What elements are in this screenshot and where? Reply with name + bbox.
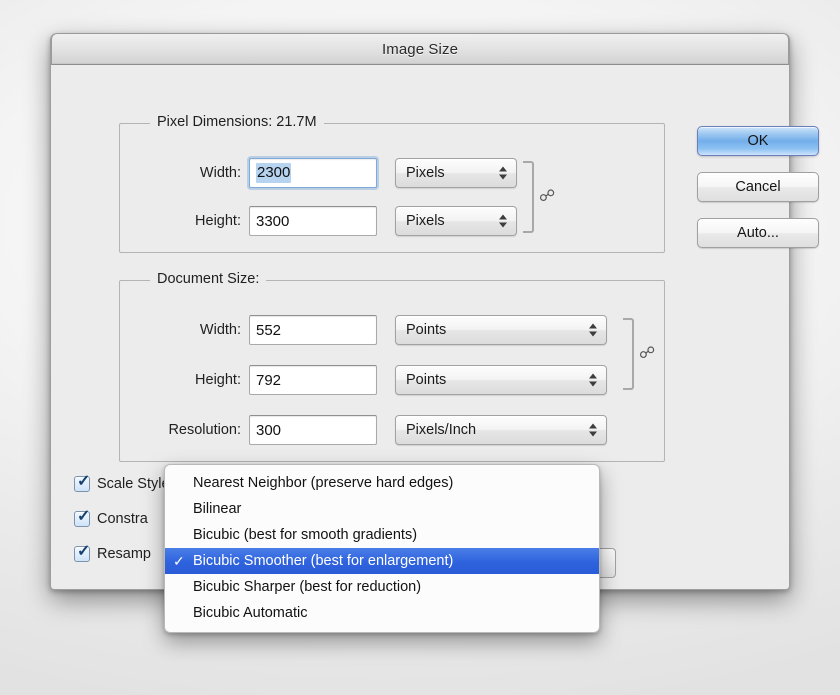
checkbox-constrain-proportions[interactable]: ✓ Constra xyxy=(74,511,148,527)
pixel-width-label: Width: xyxy=(159,165,241,181)
doc-link-proportions: ☍ xyxy=(623,318,655,390)
doc-width-unit-value: Points xyxy=(406,322,446,338)
pixel-width-value: 2300 xyxy=(256,163,291,183)
doc-height-row: Height: 792 Points xyxy=(159,365,607,395)
doc-width-row: Width: 552 Points xyxy=(159,315,607,345)
doc-height-label: Height: xyxy=(159,372,241,388)
checkbox-scale-styles[interactable]: ✓ Scale Styles xyxy=(74,476,177,492)
menu-item-label: Bicubic Automatic xyxy=(193,605,307,621)
ok-button[interactable]: OK xyxy=(697,126,819,156)
document-size-legend: Document Size: xyxy=(150,271,266,287)
pixel-height-label: Height: xyxy=(159,213,241,229)
checkmark-icon: ✓ xyxy=(173,553,193,570)
doc-width-label: Width: xyxy=(159,322,241,338)
pixel-height-unit-value: Pixels xyxy=(406,213,445,229)
doc-height-value: 792 xyxy=(256,372,281,389)
pixel-width-unit-value: Pixels xyxy=(406,165,445,181)
auto-button[interactable]: Auto... xyxy=(697,218,819,248)
menu-item-bicubic-sharper[interactable]: Bicubic Sharper (best for reduction) xyxy=(165,574,599,600)
resample-method-select[interactable] xyxy=(598,548,616,578)
doc-resolution-row: Resolution: 300 Pixels/Inch xyxy=(128,415,607,445)
resample-method-menu[interactable]: Nearest Neighbor (preserve hard edges) B… xyxy=(164,464,600,633)
pixel-height-unit-select[interactable]: Pixels xyxy=(395,206,517,236)
cancel-button[interactable]: Cancel xyxy=(697,172,819,202)
menu-item-bicubic-smoother[interactable]: ✓ Bicubic Smoother (best for enlargement… xyxy=(165,548,599,574)
dialog-titlebar[interactable]: Image Size xyxy=(51,33,789,65)
checkbox-icon: ✓ xyxy=(74,476,90,492)
chain-link-icon: ☍ xyxy=(539,189,555,205)
menu-item-bicubic-automatic[interactable]: Bicubic Automatic xyxy=(165,600,599,626)
checkbox-resample-image[interactable]: ✓ Resamp xyxy=(74,546,151,562)
doc-resolution-value: 300 xyxy=(256,422,281,439)
doc-resolution-unit-select[interactable]: Pixels/Inch xyxy=(395,415,607,445)
dialog-title: Image Size xyxy=(382,41,458,58)
chevron-updown-icon xyxy=(499,215,507,228)
menu-item-nearest-neighbor[interactable]: Nearest Neighbor (preserve hard edges) xyxy=(165,470,599,496)
pixel-width-unit-select[interactable]: Pixels xyxy=(395,158,517,188)
auto-button-label: Auto... xyxy=(737,225,779,241)
doc-width-input[interactable]: 552 xyxy=(249,315,377,345)
cancel-button-label: Cancel xyxy=(735,179,780,195)
menu-item-label: Bicubic Sharper (best for reduction) xyxy=(193,579,421,595)
doc-resolution-unit-value: Pixels/Inch xyxy=(406,422,476,438)
chain-link-icon: ☍ xyxy=(639,346,655,362)
checkbox-icon: ✓ xyxy=(74,546,90,562)
doc-height-unit-value: Points xyxy=(406,372,446,388)
chevron-updown-icon xyxy=(499,167,507,180)
pixel-link-proportions: ☍ xyxy=(523,161,555,233)
pixel-width-row: Width: 2300 Pixels xyxy=(159,158,517,188)
checkbox-resample-image-label: Resamp xyxy=(97,546,151,562)
menu-item-label: Bilinear xyxy=(193,501,241,517)
doc-resolution-label: Resolution: xyxy=(128,422,241,438)
menu-item-label: Bicubic (best for smooth gradients) xyxy=(193,527,417,543)
link-bracket-icon xyxy=(623,318,634,390)
checkbox-icon: ✓ xyxy=(74,511,90,527)
link-bracket-icon xyxy=(523,161,534,233)
menu-item-label: Bicubic Smoother (best for enlargement) xyxy=(193,553,453,569)
pixel-dimensions-legend: Pixel Dimensions: 21.7M xyxy=(150,114,324,130)
menu-item-bicubic[interactable]: Bicubic (best for smooth gradients) xyxy=(165,522,599,548)
checkbox-constrain-proportions-label: Constra xyxy=(97,511,148,527)
pixel-height-row: Height: 3300 Pixels xyxy=(159,206,517,236)
doc-height-input[interactable]: 792 xyxy=(249,365,377,395)
doc-width-value: 552 xyxy=(256,322,281,339)
doc-resolution-input[interactable]: 300 xyxy=(249,415,377,445)
chevron-updown-icon xyxy=(589,324,597,337)
menu-item-label: Nearest Neighbor (preserve hard edges) xyxy=(193,475,453,491)
doc-width-unit-select[interactable]: Points xyxy=(395,315,607,345)
pixel-width-input[interactable]: 2300 xyxy=(249,158,377,188)
menu-item-bilinear[interactable]: Bilinear xyxy=(165,496,599,522)
chevron-updown-icon xyxy=(589,424,597,437)
doc-height-unit-select[interactable]: Points xyxy=(395,365,607,395)
pixel-height-input[interactable]: 3300 xyxy=(249,206,377,236)
ok-button-label: OK xyxy=(748,133,769,149)
pixel-height-value: 3300 xyxy=(256,213,289,230)
chevron-updown-icon xyxy=(589,374,597,387)
